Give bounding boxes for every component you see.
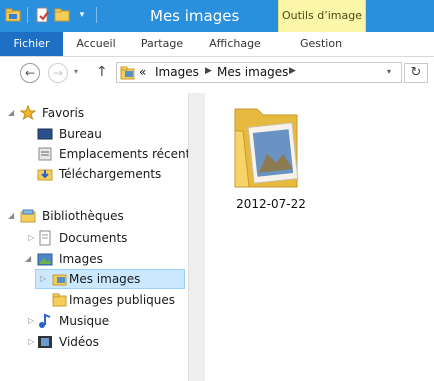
collapse-icon[interactable]: ◢ <box>8 206 14 226</box>
expand-icon[interactable]: ▷ <box>40 269 46 289</box>
tab-manage[interactable]: Gestion <box>279 32 363 56</box>
back-arrow-icon: ← <box>24 66 36 80</box>
recent-locations-icon[interactable]: ▾ <box>74 67 78 76</box>
image-folder-icon <box>120 65 136 83</box>
tab-view[interactable]: Affichage <box>200 32 270 56</box>
tab-share[interactable]: Partage <box>132 32 192 56</box>
image-folder-icon <box>52 271 68 287</box>
star-icon <box>19 104 37 121</box>
tab-file[interactable]: Fichier <box>0 32 63 56</box>
refresh-button[interactable]: ↻ <box>404 63 428 83</box>
image-folder-icon[interactable] <box>229 101 309 193</box>
recent-places-icon <box>37 146 53 162</box>
folder-icon[interactable] <box>4 6 22 24</box>
window-title: Mes images <box>150 7 240 25</box>
address-dropdown-icon[interactable]: ▾ <box>387 67 391 76</box>
quick-access-toolbar: ▾ <box>4 6 100 24</box>
expand-icon[interactable]: ▷ <box>28 332 34 352</box>
forward-button[interactable]: → <box>48 63 68 83</box>
tab-home[interactable]: Accueil <box>70 32 122 56</box>
properties-icon[interactable] <box>33 6 51 24</box>
videos-icon <box>37 334 53 350</box>
chevron-right-icon[interactable]: ▶ <box>289 66 296 76</box>
refresh-icon: ↻ <box>410 65 422 80</box>
collapse-icon[interactable]: ◢ <box>8 103 14 123</box>
music-icon <box>37 313 53 329</box>
address-bar[interactable]: « Images ▶ Mes images ▶ ▾ <box>116 62 402 83</box>
library-icon <box>20 208 36 224</box>
downloads-icon <box>37 166 53 182</box>
new-folder-icon[interactable] <box>53 6 71 24</box>
documents-icon <box>37 230 53 246</box>
expand-icon[interactable]: ▷ <box>28 311 34 331</box>
up-arrow-icon[interactable]: ↑ <box>96 64 108 80</box>
address-row: ← → ▾ ↑ « Images ▶ Mes images ▶ ▾ ↻ <box>0 57 434 91</box>
pane-scrollbar[interactable] <box>188 93 205 381</box>
file-list: 2012-07-22 <box>205 93 434 381</box>
folder-name-label[interactable]: 2012-07-22 <box>235 197 307 211</box>
ribbon-tabs: Fichier Accueil Partage Affichage Gestio… <box>0 32 434 57</box>
breadcrumb-images[interactable]: Images <box>155 65 199 79</box>
contextual-tab-label: Outils d’image <box>281 9 363 22</box>
breadcrumb-my-pictures[interactable]: Mes images <box>217 65 288 79</box>
collapse-icon[interactable]: ◢ <box>25 249 31 269</box>
desktop-icon <box>37 126 53 142</box>
expand-icon[interactable]: ▷ <box>28 228 34 248</box>
pictures-icon <box>37 251 53 267</box>
navigation-pane: ◢ Favoris Bureau Emplacements récents Té… <box>0 93 197 381</box>
chevron-right-icon[interactable]: ▶ <box>205 66 212 76</box>
folder-icon <box>52 292 68 308</box>
forward-arrow-icon: → <box>52 66 64 80</box>
customize-toolbar-icon[interactable]: ▾ <box>73 6 91 24</box>
title-bar: ▾ Mes images <box>0 0 434 32</box>
address-overflow[interactable]: « <box>139 65 146 79</box>
back-button[interactable]: ← <box>20 63 40 83</box>
